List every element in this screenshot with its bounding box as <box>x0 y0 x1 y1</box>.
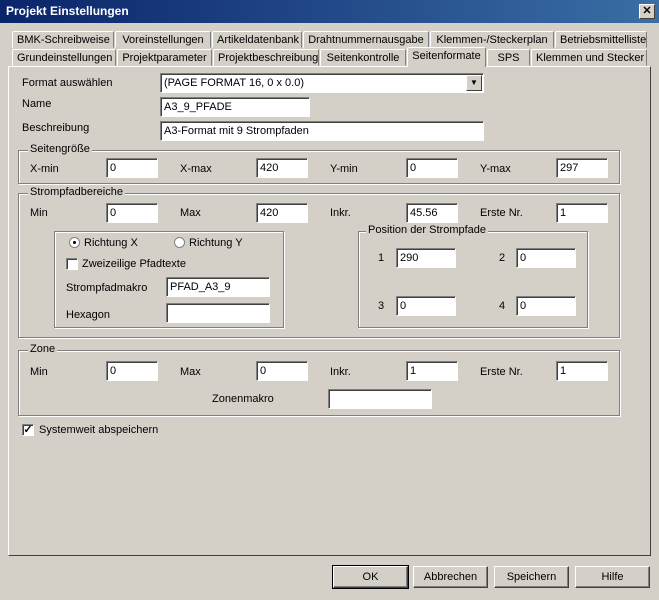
zweizeilig-checkbox[interactable] <box>66 258 78 270</box>
zone-erste-field[interactable]: 1 <box>556 361 608 381</box>
name-field[interactable]: A3_9_PFADE <box>160 97 310 117</box>
format-select[interactable]: (PAGE FORMAT 16, 0 x 0.0) ▼ <box>160 73 484 93</box>
chevron-down-icon[interactable]: ▼ <box>466 75 482 91</box>
pos4-label: 4 <box>499 300 506 312</box>
richtung-y-radio[interactable] <box>174 237 185 248</box>
strompfad-min-field[interactable]: 0 <box>106 203 158 223</box>
xmax-label: X-max <box>180 163 212 175</box>
xmin-field[interactable]: 0 <box>106 158 158 178</box>
pos2-field[interactable]: 0 <box>516 248 576 268</box>
pos1-label: 1 <box>378 252 385 264</box>
beschreibung-label: Beschreibung <box>22 122 90 134</box>
pos3-label: 3 <box>378 300 385 312</box>
zone-erste-label: Erste Nr. <box>480 366 523 378</box>
strompfad-inkr-field[interactable]: 45.56 <box>406 203 458 223</box>
zone-min-field[interactable]: 0 <box>106 361 158 381</box>
xmin-label: X-min <box>30 163 59 175</box>
strompfadmakro-label: Strompfadmakro <box>66 282 148 294</box>
check-icon: ✓ <box>23 424 33 436</box>
zone-inkr-label: Inkr. <box>330 366 351 378</box>
zone-max-field[interactable]: 0 <box>256 361 308 381</box>
systemweit-checkbox[interactable]: ✓ <box>22 424 34 436</box>
richtung-x-radio[interactable] <box>69 237 80 248</box>
strompfad-title: Strompfadbereiche <box>28 186 125 198</box>
ymin-label: Y-min <box>330 163 358 175</box>
strompfad-erste-label: Erste Nr. <box>480 207 523 219</box>
zone-min-label: Min <box>30 366 48 378</box>
strompfad-max-field[interactable]: 420 <box>256 203 308 223</box>
strompfadmakro-field[interactable]: PFAD_A3_9 <box>166 277 270 297</box>
seitengroesse-title: Seitengröße <box>28 143 92 155</box>
position-title: Position der Strompfade <box>366 224 489 236</box>
zone-inkr-field[interactable]: 1 <box>406 361 458 381</box>
pos1-field[interactable]: 290 <box>396 248 456 268</box>
hexagon-field[interactable] <box>166 303 270 323</box>
ymax-label: Y-max <box>480 163 511 175</box>
hexagon-label: Hexagon <box>66 309 111 321</box>
ymin-field[interactable]: 0 <box>406 158 458 178</box>
strompfad-max-label: Max <box>180 207 201 219</box>
name-label: Name <box>22 98 52 110</box>
format-label: Format auswählen <box>22 77 113 89</box>
zonenmakro-label: Zonenmakro <box>212 393 274 405</box>
zone-group <box>18 350 620 416</box>
pos3-field[interactable]: 0 <box>396 296 456 316</box>
strompfad-min-label: Min <box>30 207 48 219</box>
beschreibung-field[interactable]: A3-Format mit 9 Strompfaden <box>160 121 484 141</box>
ymax-field[interactable]: 297 <box>556 158 608 178</box>
strompfad-erste-field[interactable]: 1 <box>556 203 608 223</box>
strompfad-inkr-label: Inkr. <box>330 207 351 219</box>
pos4-field[interactable]: 0 <box>516 296 576 316</box>
xmax-field[interactable]: 420 <box>256 158 308 178</box>
zone-max-label: Max <box>180 366 201 378</box>
pos2-label: 2 <box>499 252 506 264</box>
format-value: (PAGE FORMAT 16, 0 x 0.0) <box>164 77 304 89</box>
zweizeilig-label: Zweizeilige Pfadtexte <box>82 258 186 270</box>
zone-title: Zone <box>28 343 58 355</box>
systemweit-label: Systemweit abspeichern <box>39 424 159 436</box>
richtung-x-label: Richtung X <box>84 237 138 249</box>
richtung-y-label: Richtung Y <box>189 237 243 249</box>
zonenmakro-field[interactable] <box>328 389 432 409</box>
